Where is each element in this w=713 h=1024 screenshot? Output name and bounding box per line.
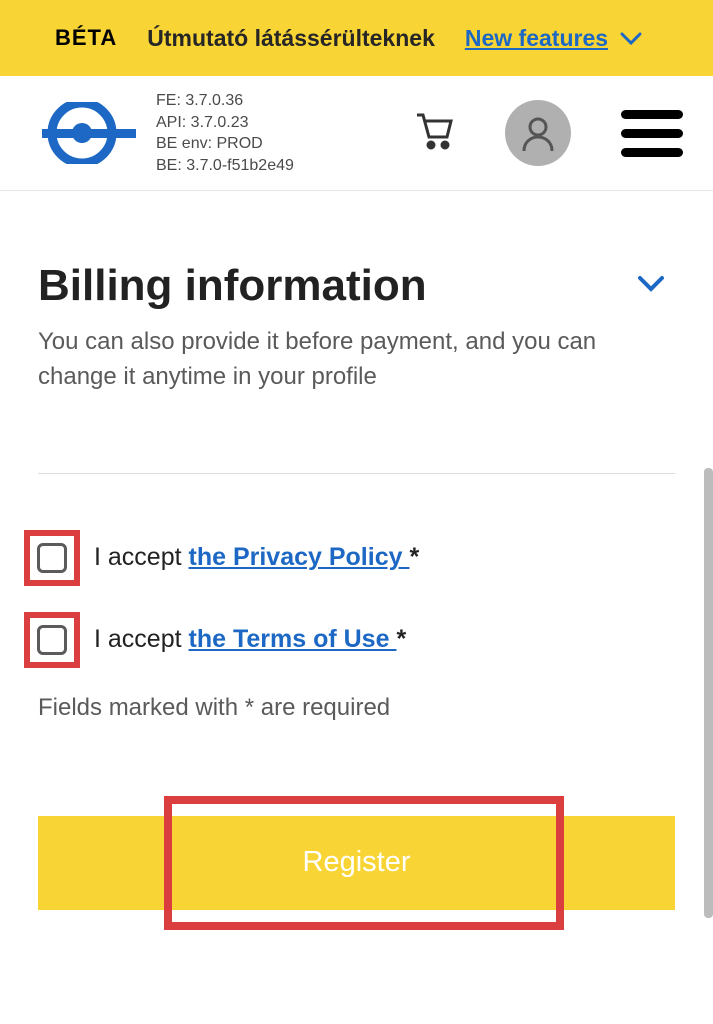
asterisk: * <box>396 625 406 653</box>
banner-guide-text: Útmutató látássérülteknek <box>147 25 435 52</box>
cart-icon[interactable] <box>411 109 455 158</box>
highlight-box <box>24 612 80 668</box>
terms-row: I accept the Terms of Use * <box>38 612 675 668</box>
user-avatar[interactable] <box>505 100 571 166</box>
version-fe: FE: 3.7.0.36 <box>156 90 294 112</box>
privacy-row: I accept the Privacy Policy * <box>38 530 675 586</box>
version-api: API: 3.7.0.23 <box>156 112 294 134</box>
terms-text: I accept the Terms of Use * <box>94 625 406 654</box>
beta-badge: BÉTA <box>55 25 117 51</box>
main-content: Billing information You can also provide… <box>0 191 713 910</box>
banner-link-wrap: New features <box>465 25 643 52</box>
asterisk: * <box>409 543 419 571</box>
required-note: Fields marked with * are required <box>38 694 675 722</box>
privacy-policy-link[interactable]: the Privacy Policy <box>189 543 410 571</box>
privacy-text: I accept the Privacy Policy * <box>94 543 419 572</box>
top-banner: BÉTA Útmutató látássérülteknek New featu… <box>0 0 713 76</box>
accept-prefix: I accept <box>94 625 189 653</box>
scrollbar[interactable] <box>704 468 713 918</box>
terms-of-use-link[interactable]: the Terms of Use <box>189 625 397 653</box>
header: FE: 3.7.0.36 API: 3.7.0.23 BE env: PROD … <box>0 76 713 191</box>
register-button[interactable]: Register <box>38 816 675 910</box>
chevron-down-icon[interactable] <box>620 33 642 50</box>
register-row: Register <box>38 816 675 910</box>
billing-heading-row[interactable]: Billing information <box>38 261 675 311</box>
billing-subtext: You can also provide it before payment, … <box>38 325 675 395</box>
checks-group: I accept the Privacy Policy * I accept t… <box>38 530 675 668</box>
mav-logo[interactable] <box>36 102 136 164</box>
highlight-box <box>24 530 80 586</box>
accept-prefix: I accept <box>94 543 189 571</box>
divider <box>38 473 675 474</box>
menu-icon[interactable] <box>621 110 683 157</box>
new-features-link[interactable]: New features <box>465 25 608 51</box>
version-env: BE env: PROD <box>156 133 294 155</box>
billing-heading: Billing information <box>38 261 427 311</box>
version-be: BE: 3.7.0-f51b2e49 <box>156 155 294 177</box>
terms-checkbox[interactable] <box>37 625 67 655</box>
version-info: FE: 3.7.0.36 API: 3.7.0.23 BE env: PROD … <box>156 90 294 176</box>
chevron-down-icon[interactable] <box>637 275 665 298</box>
privacy-checkbox[interactable] <box>37 543 67 573</box>
